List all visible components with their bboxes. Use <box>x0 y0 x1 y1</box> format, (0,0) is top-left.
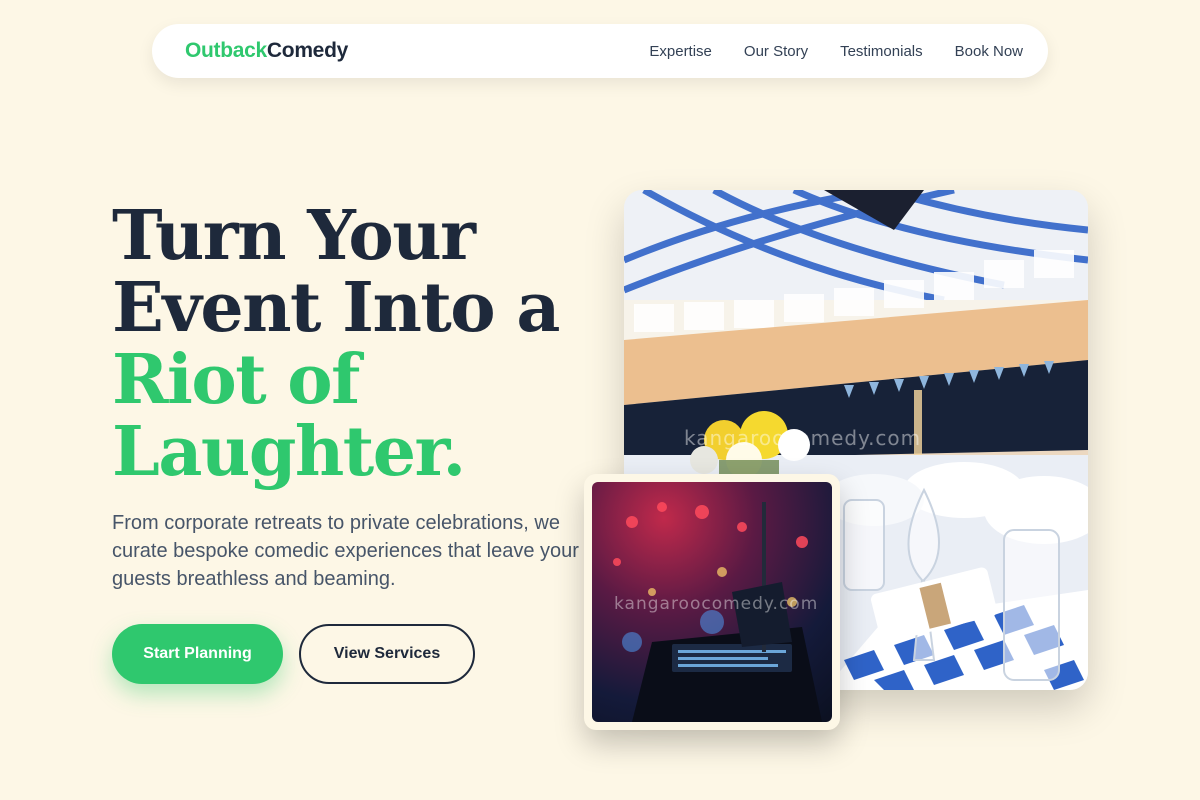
headline-line-1: Turn Your <box>112 196 476 276</box>
nav-link-testimonials[interactable]: Testimonials <box>840 43 923 60</box>
hero-headline: Turn Your Event Into a Riot of Laughter. <box>112 200 592 488</box>
main-photo-watermark: kangaroocomedy.com <box>684 426 922 450</box>
logo-part-comedy: Comedy <box>266 39 348 62</box>
stage-photo-card: kangaroocomedy.com <box>584 474 840 730</box>
view-services-button[interactable]: View Services <box>299 624 475 684</box>
start-planning-button[interactable]: Start Planning <box>112 624 283 684</box>
headline-accent-1: Riot of <box>112 340 360 420</box>
nav-links: Expertise Our Story Testimonials Book No… <box>649 43 1023 60</box>
headline-line-2: Event Into a <box>112 268 560 348</box>
top-navigation: OutbackComedy Expertise Our Story Testim… <box>152 24 1048 78</box>
small-photo-watermark: kangaroocomedy.com <box>614 594 819 614</box>
nav-link-our-story[interactable]: Our Story <box>744 43 808 60</box>
stage-mixer-photo: kangaroocomedy.com <box>592 482 832 722</box>
hero-subtitle: From corporate retreats to private celeb… <box>112 512 579 590</box>
brand-logo[interactable]: OutbackComedy <box>185 39 348 63</box>
headline-accent-2: Laughter. <box>112 412 466 492</box>
nav-link-book-now[interactable]: Book Now <box>955 43 1023 60</box>
logo-part-outback: Outback <box>185 39 267 62</box>
nav-link-expertise[interactable]: Expertise <box>649 43 712 60</box>
